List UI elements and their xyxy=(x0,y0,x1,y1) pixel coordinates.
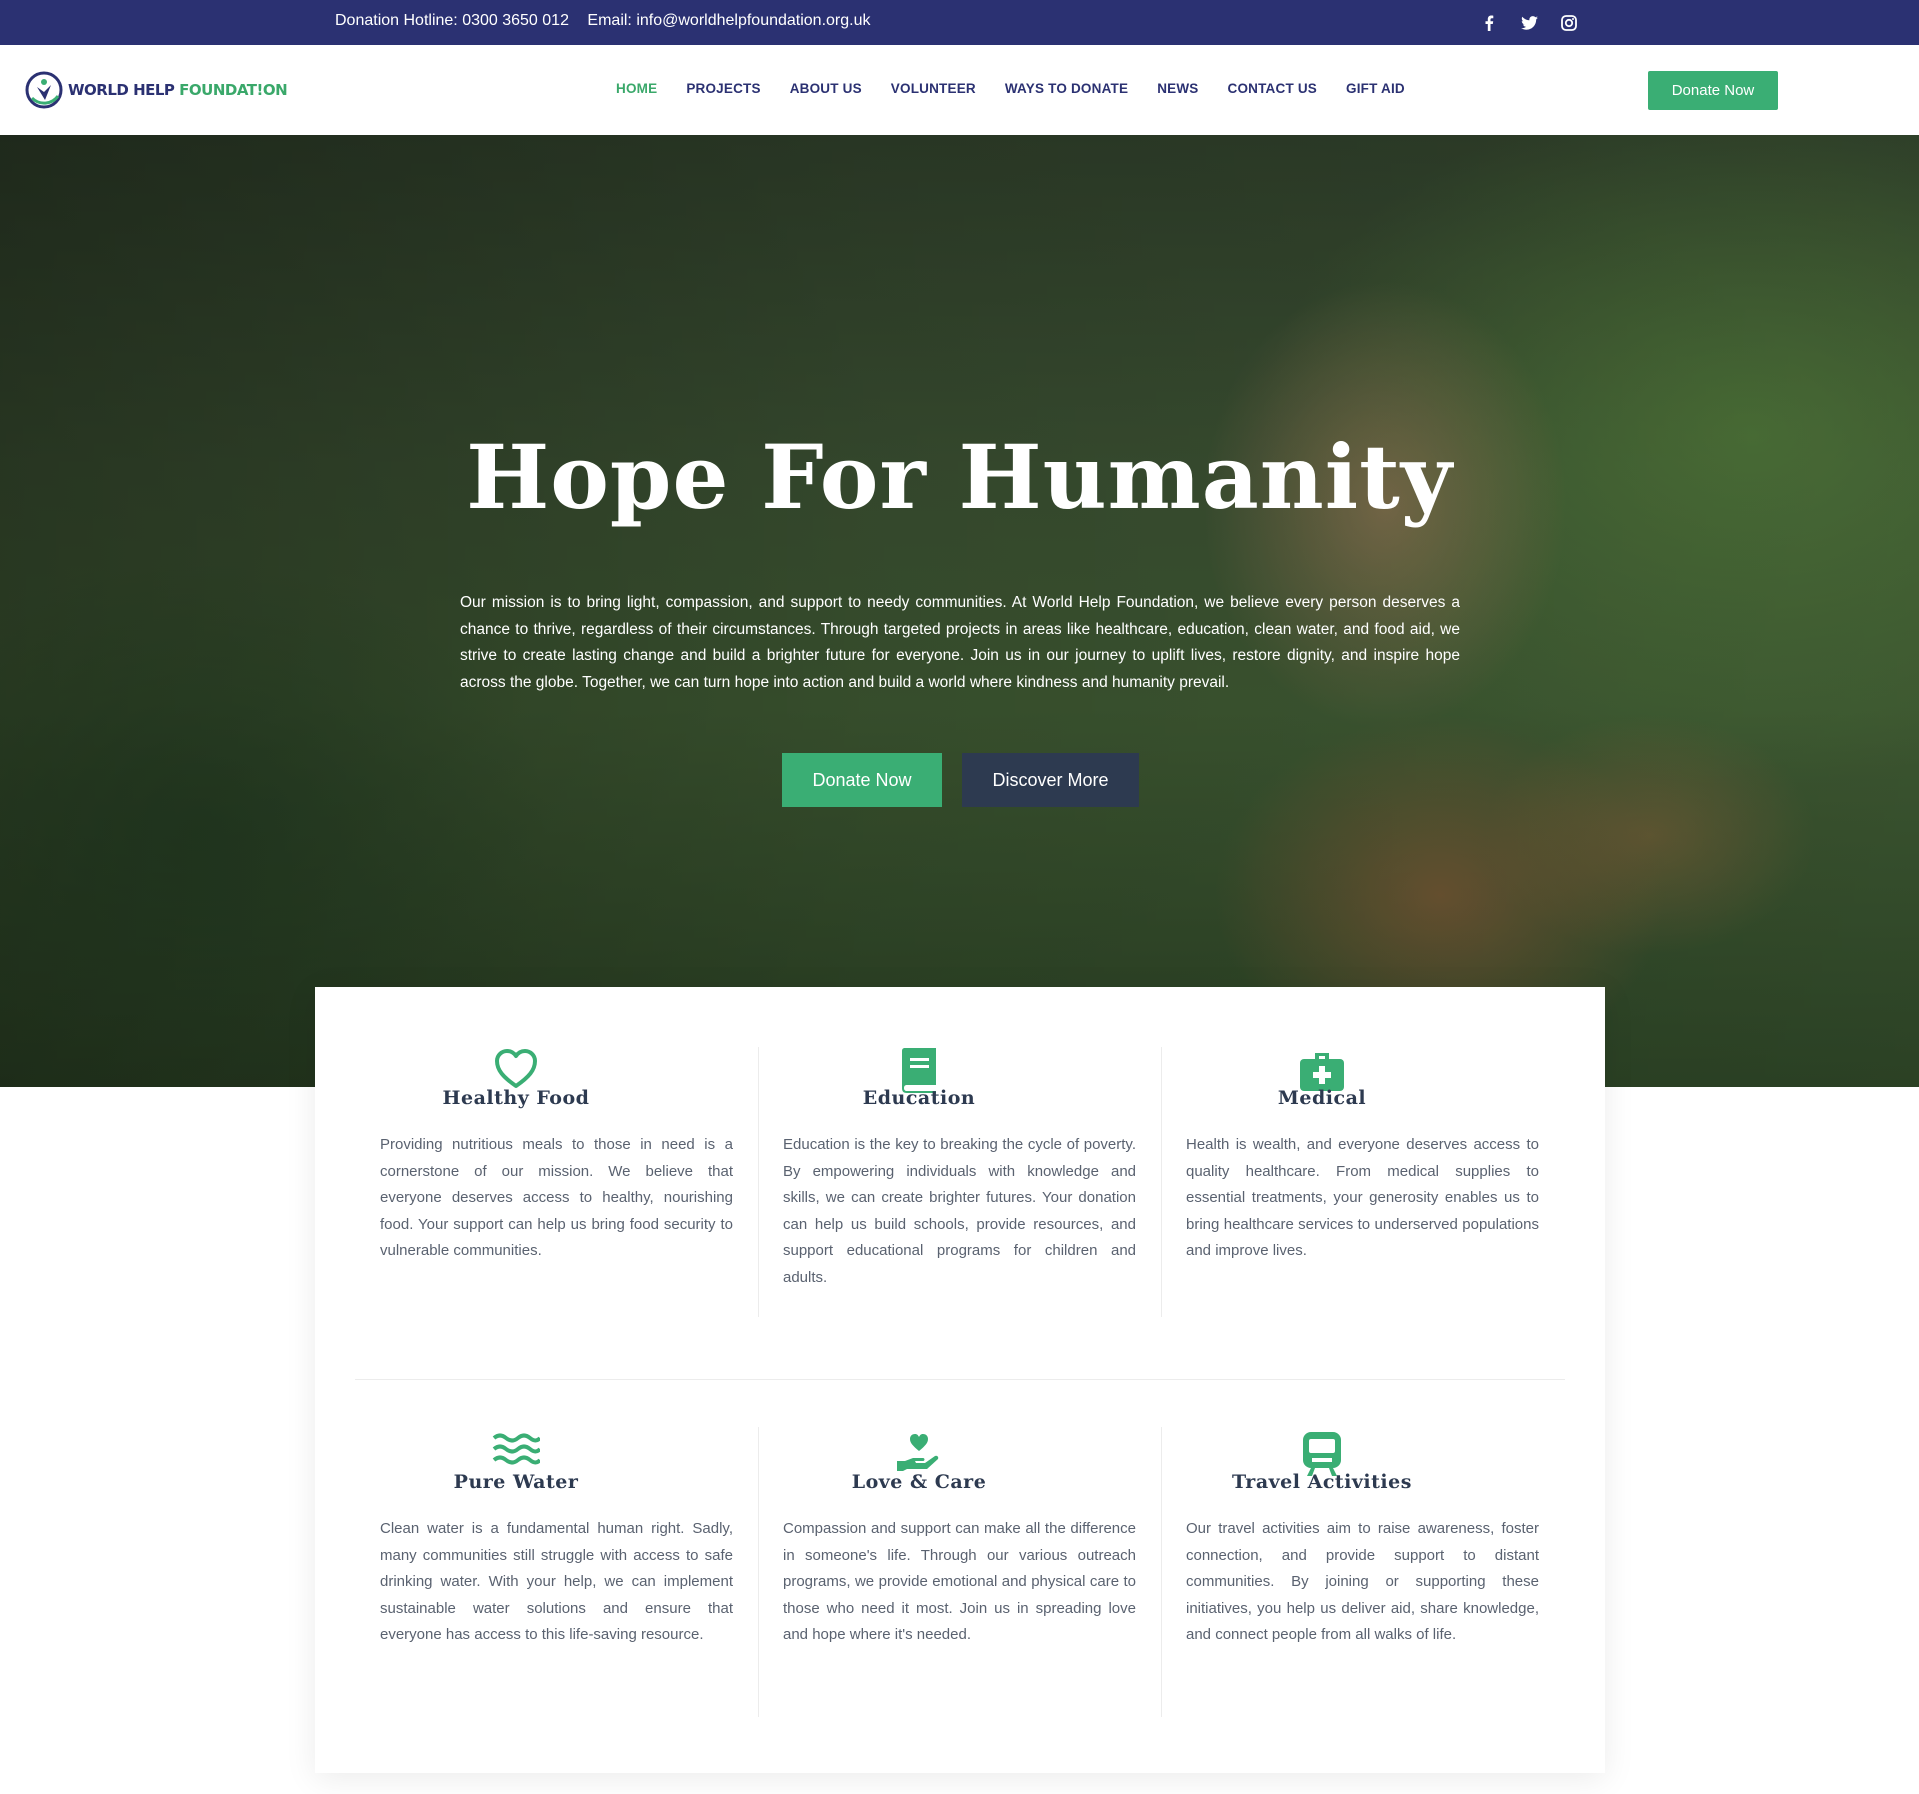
hero-description: Our mission is to bring light, compassio… xyxy=(460,594,1460,691)
nav-contact-us[interactable]: CONTACT US xyxy=(1228,81,1318,96)
hero-donate-button[interactable]: Donate Now xyxy=(782,753,942,807)
nav-home[interactable]: HOME xyxy=(616,81,657,96)
nav-news[interactable]: NEWS xyxy=(1157,81,1198,96)
nav-projects[interactable]: PROJECTS xyxy=(686,81,760,96)
card-education: Education Education is the key to breaki… xyxy=(718,987,1136,1286)
card-text: Our travel activities aim to raise aware… xyxy=(1186,1520,1539,1643)
nav-about-us[interactable]: ABOUT US xyxy=(790,81,862,96)
water-icon xyxy=(492,1433,540,1465)
card-text: Health is wealth, and everyone deserves … xyxy=(1186,1136,1539,1259)
instagram-icon[interactable] xyxy=(1558,12,1580,34)
top-bar: Donation Hotline: 0300 3650 012 Email: i… xyxy=(0,0,1919,45)
card-title: Pure Water xyxy=(453,1471,579,1493)
services-panel: Healthy Food Providing nutritious meals … xyxy=(315,987,1605,1773)
card-pure-water: Pure Water Clean water is a fundamental … xyxy=(315,1371,733,1661)
card-healthy-food: Healthy Food Providing nutritious meals … xyxy=(315,987,733,1277)
donation-hotline[interactable]: Donation Hotline: 0300 3650 012 xyxy=(335,12,569,29)
card-medical: Medical Health is wealth, and everyone d… xyxy=(1121,987,1539,1277)
card-love-care: Love & Care Compassion and support can m… xyxy=(718,1371,1136,1661)
card-text: Compassion and support can make all the … xyxy=(783,1520,1136,1643)
hero-discover-button[interactable]: Discover More xyxy=(962,753,1139,807)
logo-globe-icon xyxy=(25,71,63,109)
site-header: WORLD HELP FOUNDAT!ON HOME PROJECTS ABOU… xyxy=(0,45,1919,135)
contact-email[interactable]: Email: info@worldhelpfoundation.org.uk xyxy=(587,12,870,29)
card-text: Education is the key to breaking the cyc… xyxy=(783,1136,1136,1286)
logo-text: WORLD HELP FOUNDAT!ON xyxy=(68,81,288,99)
card-travel-activities: Travel Activities Our travel activities … xyxy=(1121,1371,1539,1661)
hero-section: Hope For Humanity Our mission is to brin… xyxy=(0,135,1919,1087)
card-text: Clean water is a fundamental human right… xyxy=(380,1520,733,1643)
hero-buttons: Donate Now Discover More xyxy=(782,753,1139,807)
heart-icon xyxy=(495,1049,537,1088)
hero-title: Hope For Humanity xyxy=(466,425,1453,529)
main-nav: HOME PROJECTS ABOUT US VOLUNTEER WAYS TO… xyxy=(616,81,1434,96)
card-title: Medical xyxy=(1277,1087,1367,1109)
header-donate-button[interactable]: Donate Now xyxy=(1648,71,1778,110)
facebook-icon[interactable] xyxy=(1478,12,1500,34)
hand-heart-icon xyxy=(897,1434,939,1471)
card-title: Travel Activities xyxy=(1232,1471,1412,1493)
logo[interactable]: WORLD HELP FOUNDAT!ON xyxy=(24,70,288,110)
social-links xyxy=(1478,12,1580,34)
card-title: Love & Care xyxy=(851,1471,987,1493)
card-title: Healthy Food xyxy=(442,1087,590,1109)
nav-volunteer[interactable]: VOLUNTEER xyxy=(891,81,976,96)
card-text: Providing nutritious meals to those in n… xyxy=(380,1136,733,1259)
card-title: Education xyxy=(862,1087,976,1109)
twitter-icon[interactable] xyxy=(1518,12,1540,34)
nav-gift-aid[interactable]: GIFT AID xyxy=(1346,81,1405,96)
nav-ways-to-donate[interactable]: WAYS TO DONATE xyxy=(1005,81,1128,96)
contact-info: Donation Hotline: 0300 3650 012 Email: i… xyxy=(335,12,885,30)
